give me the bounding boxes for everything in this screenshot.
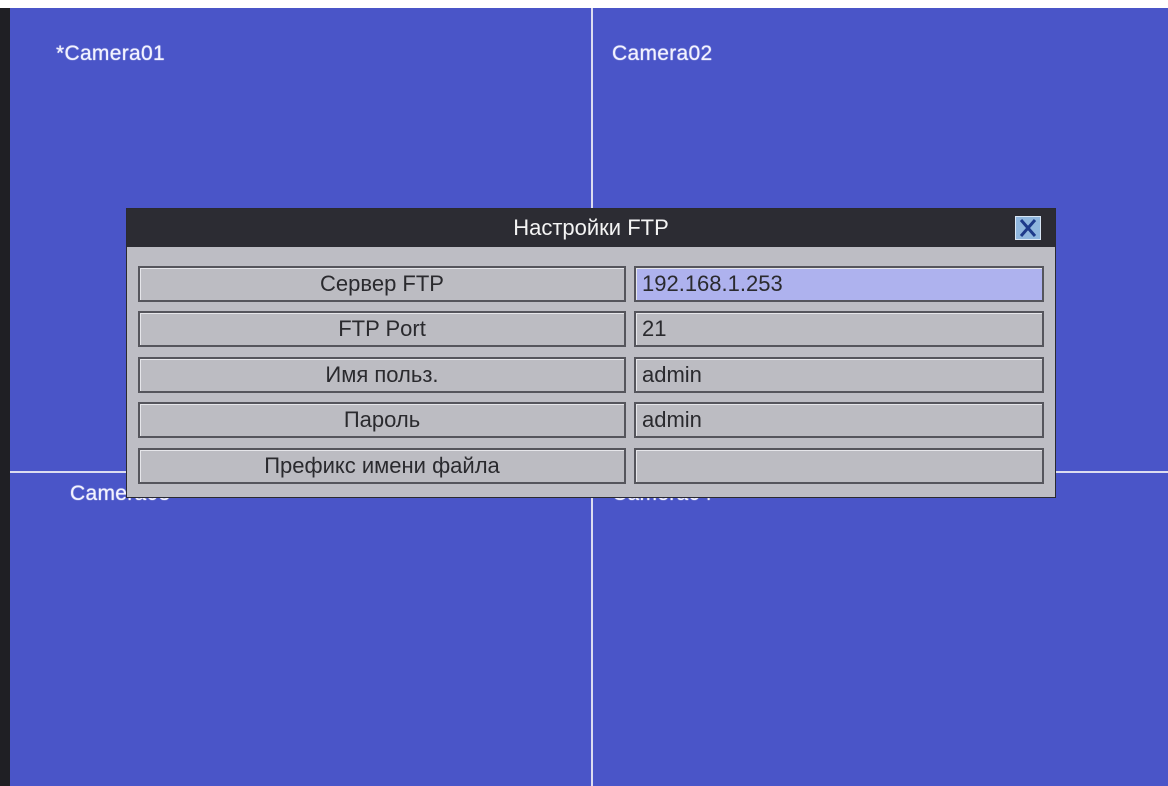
field-row-ftp-port: FTP Port 21 — [138, 311, 1044, 347]
ftp-server-input[interactable]: 192.168.1.253 — [634, 266, 1044, 302]
ftp-server-label: Сервер FTP — [138, 266, 626, 302]
close-button[interactable] — [1015, 216, 1041, 240]
field-row-password: Пароль admin — [138, 402, 1044, 438]
close-icon — [1019, 219, 1037, 237]
dialog-title: Настройки FTP — [513, 215, 669, 240]
field-row-username: Имя польз. admin — [138, 357, 1044, 393]
username-label: Имя польз. — [138, 357, 626, 393]
ftp-port-label: FTP Port — [138, 311, 626, 347]
field-row-filename-prefix: Префикс имени файла — [138, 448, 1044, 484]
camera-label-1[interactable]: *Camera01 — [56, 42, 165, 66]
ftp-settings-dialog: Настройки FTP Сервер FTP 192.168.1.253 F… — [126, 208, 1056, 498]
username-input[interactable]: admin — [634, 357, 1044, 393]
filename-prefix-label: Префикс имени файла — [138, 448, 626, 484]
password-input[interactable]: admin — [634, 402, 1044, 438]
field-row-ftp-server: Сервер FTP 192.168.1.253 — [138, 266, 1044, 302]
password-label: Пароль — [138, 402, 626, 438]
dvr-screen: *Camera01 Camera02 Camera03 Camera04 Нас… — [0, 0, 1168, 786]
camera-label-2[interactable]: Camera02 — [612, 42, 712, 66]
filename-prefix-input[interactable] — [634, 448, 1044, 484]
ftp-port-input[interactable]: 21 — [634, 311, 1044, 347]
